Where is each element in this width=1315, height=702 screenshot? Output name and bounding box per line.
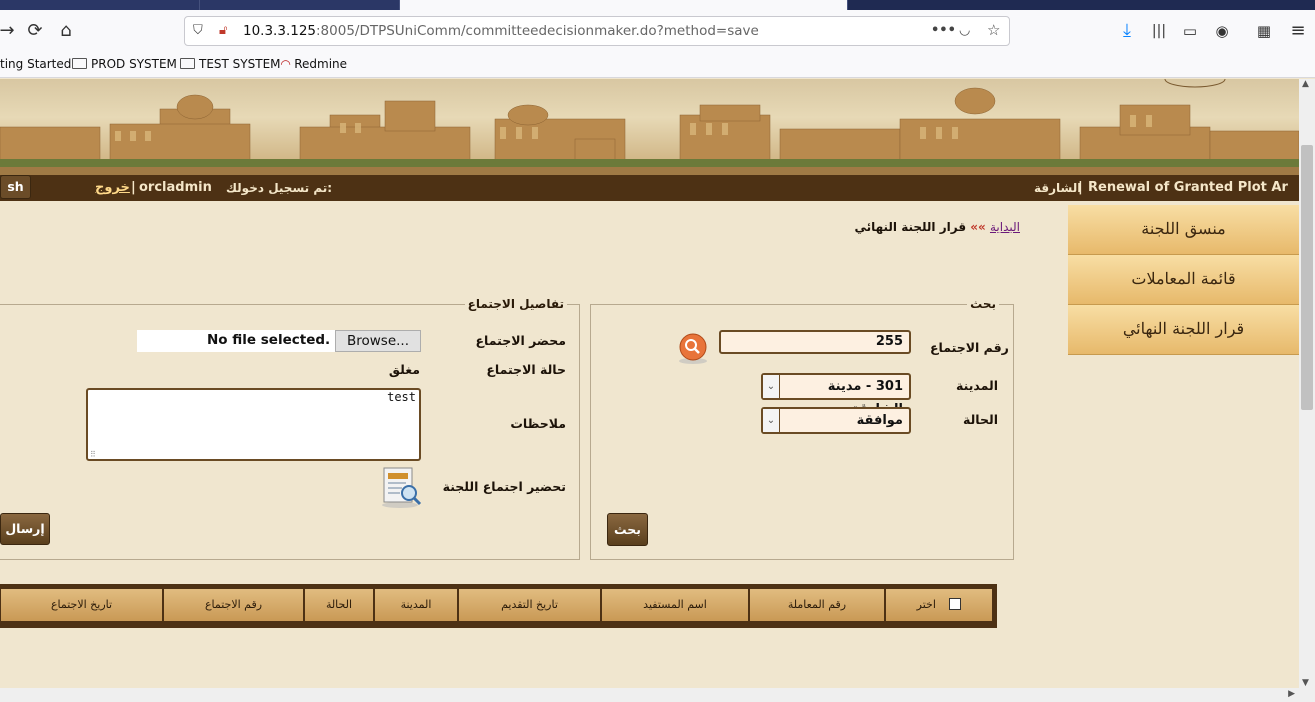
chevron-down-icon[interactable]: ⌄ (763, 375, 780, 398)
search-lookup-icon[interactable] (676, 332, 710, 366)
web-page: sh خروج | orcladmin تم تسجيل دخولك: الشا… (0, 79, 1299, 688)
search-button[interactable]: بحث (607, 513, 648, 546)
resize-grip-icon[interactable]: ⠿ (90, 450, 96, 459)
breadcrumb: البداية »» قرار اللجنة النهائي (854, 220, 1020, 234)
sidebar-item-committee-coordinator[interactable]: منسق اللجنة (1068, 205, 1299, 255)
forward-icon[interactable]: → (0, 18, 20, 44)
status-select-value: موافقة (856, 413, 903, 428)
table-header-submission-date: تاريخ التقديم (458, 589, 600, 621)
folder-icon (72, 58, 87, 69)
pocket-icon[interactable]: ◡ (959, 23, 970, 38)
notes-textarea[interactable]: test ⠿ (86, 388, 421, 461)
browser-tab[interactable] (200, 0, 400, 10)
bookmark-test-system[interactable]: TEST SYSTEM (180, 57, 281, 71)
meeting-status-label: حالة الاجتماع (486, 362, 566, 377)
table-header-beneficiary-name: اسم المستفيد (601, 589, 748, 621)
redmine-icon: ◠ (281, 57, 291, 71)
meeting-status-value: مغلق (388, 362, 420, 377)
sidebar-item-transactions-list[interactable]: قائمة المعاملات (1068, 255, 1299, 305)
account-icon[interactable]: ◉ (1209, 18, 1235, 44)
meeting-details-legend: تفاصيل الاجتماع (467, 297, 564, 311)
login-label: تم تسجيل دخولك: (226, 181, 333, 195)
breadcrumb-current: قرار اللجنة النهائي (854, 220, 967, 234)
scroll-right-icon[interactable]: ▶ (1288, 689, 1295, 699)
url-bar[interactable]: ⛉ 🔓︎ 10.3.3.125:8005/DTPSUniComm/committ… (184, 16, 1010, 46)
notes-label: ملاحظات (510, 416, 566, 431)
extensions-icon[interactable]: ▦ (1251, 18, 1277, 44)
title-separator: | (1078, 180, 1083, 195)
page-actions-icon[interactable]: ••• (931, 23, 956, 38)
table-header-status: الحالة (304, 589, 373, 621)
search-panel-legend: بحث (970, 297, 996, 311)
reload-icon[interactable]: ⟳ (22, 18, 48, 44)
breadcrumb-arrows-icon: »» (970, 220, 986, 234)
bookmarks-bar: ting Started PROD SYSTEM TEST SYSTEM ◠ Re… (0, 52, 1315, 78)
switch-language-button[interactable]: sh (0, 175, 31, 199)
table-header-meeting-date: تاريخ الاجتماع (0, 589, 162, 621)
username: orcladmin (139, 180, 212, 195)
download-icon[interactable]: ⤓ (1114, 18, 1140, 44)
column-label: اختر (916, 598, 936, 611)
palace-skyline-image (0, 79, 1299, 175)
prepare-meeting-label: تحضير اجتماع اللجنة (442, 479, 566, 494)
header-banner (0, 79, 1299, 175)
bookmark-label: PROD SYSTEM (91, 57, 177, 71)
browser-tab[interactable] (0, 0, 200, 10)
shield-icon[interactable]: ⛉ (193, 23, 203, 38)
insecure-lock-icon[interactable]: 🔓︎ (219, 23, 227, 38)
horizontal-scrollbar[interactable]: ▶ (0, 688, 1315, 702)
bookmark-prod-system[interactable]: PROD SYSTEM (72, 57, 177, 71)
file-status-text: No file selected. (207, 332, 331, 348)
browse-button[interactable]: Browse... (335, 330, 421, 352)
bookmark-redmine[interactable]: ◠ Redmine (281, 57, 347, 71)
vertical-scrollbar-thumb[interactable] (1301, 145, 1313, 410)
sidebar-item-final-decision[interactable]: قرار اللجنة النهائي (1068, 305, 1299, 355)
browser-tab-active[interactable] (400, 0, 848, 10)
browser-tab-strip (0, 0, 1315, 10)
chevron-down-icon[interactable]: ⌄ (763, 409, 780, 432)
results-table: اختر رقم المعاملة اسم المستفيد تاريخ الت… (0, 584, 997, 628)
status-label: الحالة (963, 412, 998, 427)
library-icon[interactable]: ||| (1146, 18, 1172, 44)
url-text[interactable]: 10.3.3.125:8005/DTPSUniComm/committeedec… (243, 23, 759, 39)
select-all-checkbox[interactable] (949, 598, 962, 610)
meeting-minutes-label: محضر الاجتماع (475, 333, 566, 348)
file-input[interactable]: No file selected. Browse... (137, 330, 421, 352)
bookmark-star-icon[interactable]: ☆ (987, 21, 1000, 39)
scroll-down-icon[interactable]: ▼ (1302, 678, 1309, 688)
status-select[interactable]: موافقة ⌄ (761, 407, 911, 434)
user-info-bar: sh خروج | orcladmin تم تسجيل دخولك: الشا… (0, 175, 1299, 201)
send-button[interactable]: إرسال (0, 513, 50, 545)
logout-link[interactable]: خروج (95, 180, 130, 195)
notes-text: test (387, 390, 416, 404)
home-icon[interactable]: ⌂ (53, 18, 79, 44)
document-search-icon[interactable] (380, 465, 424, 509)
app-title: Renewal of Granted Plot Ar (1088, 180, 1288, 195)
menu-icon[interactable]: ≡ (1285, 18, 1311, 44)
sidebar-icon[interactable]: ▭ (1177, 18, 1203, 44)
table-header-meeting-no: رقم الاجتماع (163, 589, 303, 621)
scroll-up-icon[interactable]: ▲ (1302, 79, 1309, 89)
browser-navbar: → ⟳ ⌂ ⛉ 🔓︎ 10.3.3.125:8005/DTPSUniComm/c… (0, 10, 1315, 52)
meeting-number-label: رقم الاجتماع (930, 340, 1009, 355)
meeting-number-input[interactable]: 255 (719, 330, 911, 354)
username-separator: | (131, 180, 136, 195)
table-header-select: اختر (885, 589, 992, 621)
breadcrumb-home-link[interactable]: البداية (990, 220, 1020, 234)
bookmark-getting-started[interactable]: ting Started (0, 57, 71, 71)
table-header-city: المدينة (374, 589, 457, 621)
bookmark-label: TEST SYSTEM (199, 57, 281, 71)
city-name: الشارقة (1034, 181, 1082, 195)
folder-icon (180, 58, 195, 69)
city-select[interactable]: 301 - مدينة الشارقة ⌄ (761, 373, 911, 417)
city-label: المدينة (956, 378, 998, 393)
table-header-transaction-no: رقم المعاملة (749, 589, 884, 621)
bookmark-label: Redmine (294, 57, 348, 71)
